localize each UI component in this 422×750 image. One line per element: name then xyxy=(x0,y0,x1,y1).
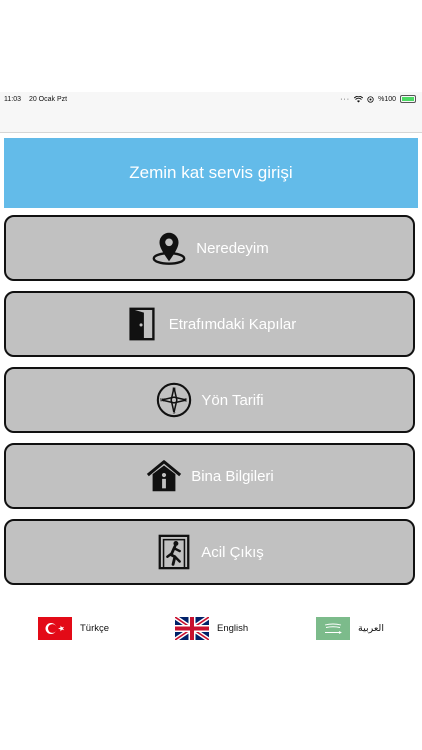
status-time: 11:03 xyxy=(4,96,21,103)
battery-percent: %100 xyxy=(378,95,396,103)
directions-label: Yön Tarifi xyxy=(201,391,264,409)
language-turkish[interactable]: Türkçe xyxy=(38,614,109,642)
emergency-exit-icon xyxy=(155,533,193,571)
saudi-flag-icon xyxy=(316,616,350,640)
building-info-label: Bina Bilgileri xyxy=(191,467,274,485)
emergency-exit-button[interactable]: Acil Çıkış xyxy=(4,519,415,585)
location-pin-icon xyxy=(150,229,188,267)
language-selector: Türkçe English العربية xyxy=(0,614,422,644)
language-english[interactable]: English xyxy=(175,614,248,642)
building-info-icon xyxy=(145,457,183,495)
svg-text:W: W xyxy=(160,398,165,404)
language-english-label: English xyxy=(217,622,249,634)
wifi-icon xyxy=(354,95,364,102)
status-date: 20 Ocak Pzt xyxy=(28,96,68,103)
emergency-exit-label: Acil Çıkış xyxy=(201,543,264,561)
svg-text:E: E xyxy=(185,398,188,404)
location-header: Zemin kat servis girişi xyxy=(4,138,418,208)
status-bar: 11:03 20 Ocak Pzt ··· %100 xyxy=(0,92,422,108)
directions-button[interactable]: N S W E Yön Tarifi xyxy=(4,367,415,433)
battery-icon xyxy=(400,95,416,103)
where-am-i-label: Neredeyim xyxy=(196,239,269,257)
location-title: Zemin kat servis girişi xyxy=(129,163,293,182)
nearby-doors-button[interactable]: Etrafımdaki Kapılar xyxy=(4,291,415,357)
where-am-i-button[interactable]: Neredeyim xyxy=(4,215,415,281)
language-turkish-label: Türkçe xyxy=(80,622,110,634)
navigation-bar xyxy=(0,108,422,133)
svg-text:N: N xyxy=(173,387,177,393)
uk-flag-icon xyxy=(175,616,209,640)
compass-icon: N S W E xyxy=(155,381,193,419)
turkey-flag-icon xyxy=(38,616,72,640)
svg-text:S: S xyxy=(173,409,176,415)
location-status-icon xyxy=(367,95,374,103)
door-icon xyxy=(123,305,161,343)
nearby-doors-label: Etrafımdaki Kapılar xyxy=(168,315,297,333)
more-dots-icon: ··· xyxy=(340,95,351,103)
building-info-button[interactable]: Bina Bilgileri xyxy=(4,443,415,509)
language-arabic-label: العربية xyxy=(358,622,384,634)
language-arabic[interactable]: العربية xyxy=(316,614,384,642)
